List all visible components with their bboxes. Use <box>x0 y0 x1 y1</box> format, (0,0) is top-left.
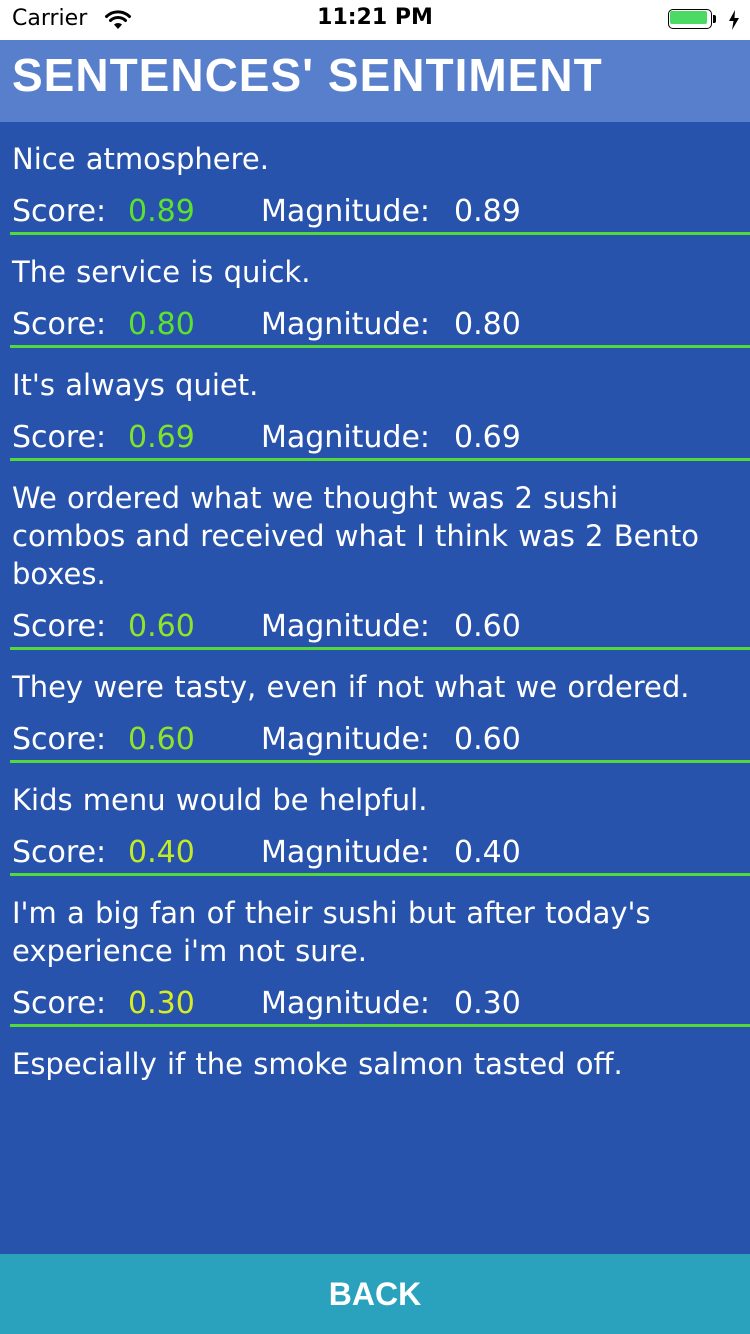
score-label: Score: <box>12 722 107 757</box>
score-label: Score: <box>12 609 107 644</box>
score-label: Score: <box>12 986 107 1021</box>
sentence-item: The service is quick. Score: 0.80 Magnitude… <box>0 235 750 348</box>
score-row: Score: 0.89 Magnitude: 0.89 <box>12 192 750 232</box>
score-row: Score: 0.60 Magnitude: 0.60 <box>12 607 750 647</box>
sentence-item: They were tasty, even if not what we ord… <box>0 650 750 763</box>
sentence-text: We ordered what we thought was 2 sushi c… <box>12 481 699 591</box>
header-bar: SENTENCES' SENTIMENT <box>0 40 750 122</box>
magnitude-label: Magnitude: <box>261 835 431 870</box>
magnitude-value: 0.40 <box>454 835 521 870</box>
sentence-text: It's always quiet. <box>12 368 259 402</box>
sentence-item: Kids menu would be helpful. Score: 0.40 Mag… <box>0 763 750 876</box>
score-label: Score: <box>12 420 107 455</box>
score-label: Score: <box>12 194 107 229</box>
sentence-item: It's always quiet. Score: 0.69 Magnitude: 0.… <box>0 348 750 461</box>
sentence-list[interactable]: Nice atmosphere. Score: 0.89 Magnitude: 0.89… <box>0 122 750 1254</box>
magnitude-value: 0.30 <box>454 986 521 1021</box>
score-label: Score: <box>12 307 107 342</box>
battery-fill <box>670 11 707 24</box>
status-bar: Carrier 11:21 PM <box>0 0 750 40</box>
score-row: Score: 0.40 Magnitude: 0.40 <box>12 833 750 873</box>
sentence-text: They were tasty, even if not what we ord… <box>12 670 690 704</box>
score-row: Score: 0.69 Magnitude: 0.69 <box>12 418 750 458</box>
status-time: 11:21 PM <box>317 5 433 30</box>
magnitude-value: 0.60 <box>454 722 521 757</box>
page-title: SENTENCES' SENTIMENT <box>12 49 603 101</box>
magnitude-value: 0.69 <box>454 420 521 455</box>
magnitude-label: Magnitude: <box>261 609 431 644</box>
magnitude-value: 0.80 <box>454 307 521 342</box>
score-row: Score: 0.80 Magnitude: 0.80 <box>12 305 750 345</box>
sentence-item: I'm a big fan of their sushi but after t… <box>0 876 750 1027</box>
sentence-text: Kids menu would be helpful. <box>12 783 428 817</box>
score-label: Score: <box>12 835 107 870</box>
magnitude-label: Magnitude: <box>261 307 431 342</box>
score-value: 0.60 <box>128 722 195 757</box>
score-row: Score: 0.30 Magnitude: 0.30 <box>12 984 750 1024</box>
back-button[interactable]: BACK <box>0 1254 750 1334</box>
score-value: 0.40 <box>128 835 195 870</box>
sentence-item: We ordered what we thought was 2 sushi c… <box>0 461 750 650</box>
battery-icon <box>668 9 718 31</box>
magnitude-label: Magnitude: <box>261 986 431 1021</box>
magnitude-label: Magnitude: <box>261 420 431 455</box>
score-value: 0.30 <box>128 986 195 1021</box>
score-value: 0.89 <box>128 194 195 229</box>
magnitude-value: 0.89 <box>454 194 521 229</box>
sentence-item: Nice atmosphere. Score: 0.89 Magnitude: 0.89 <box>0 122 750 235</box>
magnitude-value: 0.60 <box>454 609 521 644</box>
score-value: 0.69 <box>128 420 195 455</box>
sentence-text: Especially if the smoke salmon tasted of… <box>12 1047 623 1081</box>
sentence-text: I'm a big fan of their sushi but after t… <box>12 896 651 968</box>
score-value: 0.60 <box>128 609 195 644</box>
score-value: 0.80 <box>128 307 195 342</box>
magnitude-label: Magnitude: <box>261 194 431 229</box>
sentence-text: The service is quick. <box>12 255 311 289</box>
sentence-text: Nice atmosphere. <box>12 142 269 176</box>
charging-bolt-icon <box>729 10 739 30</box>
score-row: Score: 0.60 Magnitude: 0.60 <box>12 720 750 760</box>
magnitude-label: Magnitude: <box>261 722 431 757</box>
sentence-item: Especially if the smoke salmon tasted of… <box>0 1027 750 1083</box>
